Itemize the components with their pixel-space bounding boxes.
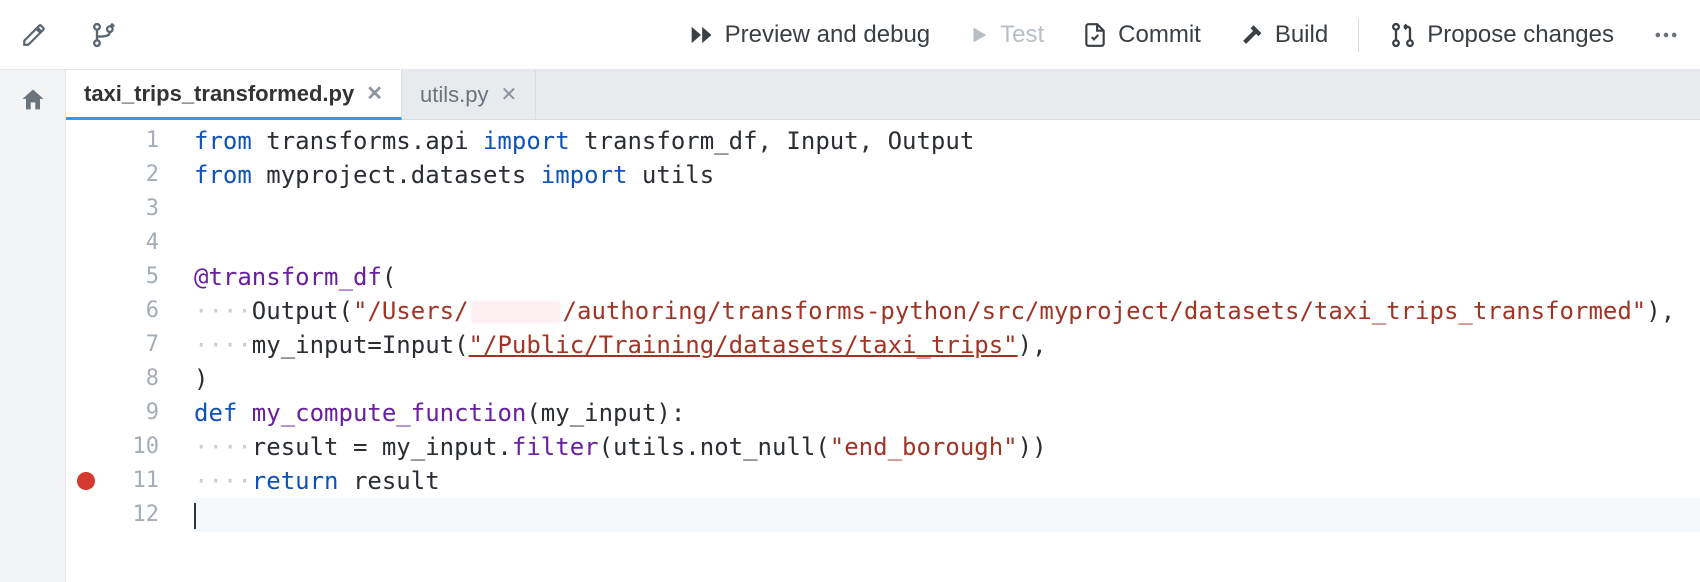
commit-label: Commit: [1118, 21, 1201, 49]
fast-forward-icon: [687, 21, 715, 49]
close-icon[interactable]: ✕: [366, 81, 383, 106]
commit-button[interactable]: Commit: [1068, 13, 1215, 57]
breakpoint-line-11[interactable]: [66, 464, 106, 498]
toolbar: Preview and debug Test Commit Build Pro: [0, 0, 1700, 70]
propose-changes-button[interactable]: Propose changes: [1375, 13, 1628, 57]
workspace: taxi_trips_transformed.py ✕ utils.py ✕ 1…: [0, 70, 1700, 582]
home-icon[interactable]: [13, 80, 53, 120]
code-editor[interactable]: 1 2 3 4 5 6 7 8 9 10 11 12 from transfor…: [66, 120, 1700, 582]
tab-label: utils.py: [420, 82, 488, 108]
toolbar-separator: [1358, 18, 1359, 52]
tab-gutter: [0, 70, 66, 582]
tabstrip: taxi_trips_transformed.py ✕ utils.py ✕: [66, 70, 1700, 120]
pull-request-icon: [1389, 21, 1417, 49]
tab-taxi-trips[interactable]: taxi_trips_transformed.py ✕: [66, 70, 402, 120]
hammer-icon: [1239, 22, 1265, 48]
preview-debug-label: Preview and debug: [725, 21, 930, 49]
edit-icon[interactable]: [14, 15, 54, 55]
text-caret: [194, 503, 196, 529]
tab-label: taxi_trips_transformed.py: [84, 81, 354, 107]
line-number-gutter: 1 2 3 4 5 6 7 8 9 10 11 12: [106, 120, 174, 582]
test-button[interactable]: Test: [954, 13, 1058, 57]
preview-debug-button[interactable]: Preview and debug: [673, 13, 944, 57]
build-button[interactable]: Build: [1225, 13, 1342, 57]
tab-utils[interactable]: utils.py ✕: [402, 70, 536, 119]
more-icon[interactable]: [1646, 15, 1686, 55]
propose-changes-label: Propose changes: [1427, 21, 1614, 49]
code-content[interactable]: from transforms.api import transform_df,…: [174, 120, 1700, 582]
breakpoint-gutter[interactable]: [66, 120, 106, 582]
build-label: Build: [1275, 21, 1328, 49]
close-icon[interactable]: ✕: [500, 82, 517, 107]
commit-icon: [1082, 22, 1108, 48]
redacted-username: [471, 301, 561, 323]
play-icon: [968, 24, 990, 46]
test-label: Test: [1000, 21, 1044, 49]
branch-add-icon[interactable]: [84, 15, 124, 55]
